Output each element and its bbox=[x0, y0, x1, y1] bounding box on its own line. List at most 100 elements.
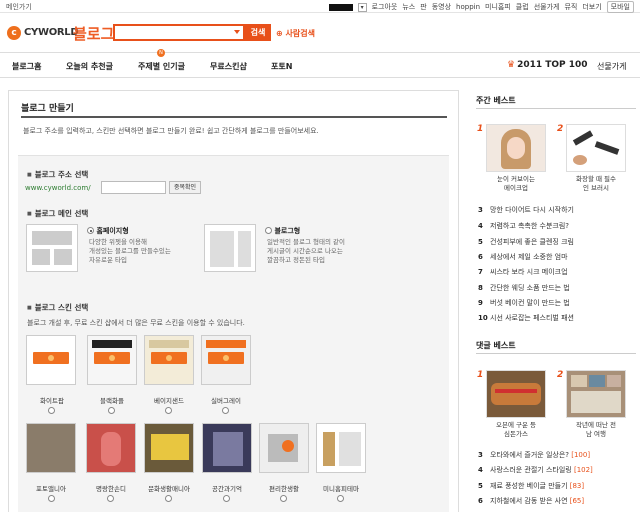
weekly-best-item[interactable]: 6 세상에서 제일 소중한 엄마 bbox=[478, 252, 568, 262]
skin-label: 포토앨니아 bbox=[36, 485, 66, 493]
weekly-best-item[interactable]: 8 간단한 웨딩 소품 만드는 법 bbox=[478, 283, 570, 293]
weekly-best-item[interactable]: 10 시선 사로잡는 페스티벌 패션 bbox=[478, 313, 574, 323]
item-title: 간단한 웨딩 소품 만드는 법 bbox=[490, 284, 570, 292]
news-link[interactable]: 뉴스 bbox=[402, 2, 415, 12]
caption-line: 메이크업 bbox=[504, 184, 528, 192]
skin-radio[interactable] bbox=[48, 407, 55, 414]
weekly-best-item[interactable]: 7 씨스타 보라 시크 메이크업 bbox=[478, 267, 568, 277]
rank-number: 2 bbox=[557, 124, 564, 134]
reply-best-1-photo[interactable] bbox=[486, 370, 546, 418]
music-link[interactable]: 뮤직 bbox=[564, 2, 577, 12]
nav-blog-home[interactable]: 블로그홈 bbox=[12, 61, 41, 72]
blog-service-title[interactable]: 블로그 bbox=[73, 23, 114, 44]
more-link[interactable]: 더보기 bbox=[582, 2, 601, 12]
skin-white-pop-thumbnail[interactable] bbox=[26, 335, 76, 385]
blog-type-desc-line: 깔끔하고 정돈된 타입 bbox=[267, 256, 325, 264]
people-search-label: 사람검색 bbox=[285, 29, 315, 38]
search-dropdown-caret-icon[interactable] bbox=[234, 30, 240, 34]
weekly-best-1-photo[interactable] bbox=[486, 124, 546, 172]
skin-space-memory-thumbnail[interactable] bbox=[202, 423, 252, 473]
blog-create-panel: 블로그 만들기 블로그 주소를 입력하고, 스킨만 선택하면 블로그 만들기 완… bbox=[8, 90, 459, 512]
user-name-redacted[interactable] bbox=[328, 3, 353, 11]
reply-count: [102] bbox=[573, 466, 593, 474]
hoppin-link[interactable]: hoppin bbox=[456, 3, 480, 11]
rank-number: 3 bbox=[478, 451, 483, 459]
item-title: 오타와에서 즐거운 일상은? bbox=[490, 451, 570, 459]
caption-line: 화장할 때 필수 bbox=[575, 175, 616, 183]
nav-today-picks[interactable]: 오늘의 추천글 bbox=[66, 61, 113, 72]
nav-popular-by-topic[interactable]: 주제별 인기글 bbox=[138, 61, 185, 72]
video-link[interactable]: 동영상 bbox=[432, 2, 451, 12]
skin-label: 명랑한손디 bbox=[96, 485, 126, 493]
skin-culture-thumbnail[interactable] bbox=[144, 423, 194, 473]
club-link[interactable]: 클럽 bbox=[516, 2, 529, 12]
homepage-type-thumbnail[interactable] bbox=[26, 224, 78, 272]
blog-address-input[interactable] bbox=[101, 181, 166, 194]
reply-count: [100] bbox=[571, 451, 591, 459]
item-title: 씨스타 보라 시크 메이크업 bbox=[490, 268, 568, 276]
skin-cheerful-thumbnail[interactable] bbox=[86, 423, 136, 473]
search-button[interactable]: 검색 bbox=[245, 24, 271, 41]
new-badge-icon: N bbox=[157, 49, 165, 57]
minihompy-link[interactable]: 미니홈피 bbox=[485, 2, 511, 12]
skin-radio[interactable] bbox=[222, 407, 229, 414]
skin-radio[interactable] bbox=[280, 495, 287, 502]
reply-best-1-caption[interactable]: 오븐에 구운 등 심돈가스 bbox=[486, 421, 546, 439]
rank-number: 7 bbox=[478, 268, 483, 276]
reply-best-item[interactable]: 3 오타와에서 즐거운 일상은? [100] bbox=[478, 450, 590, 460]
reply-best-2-caption[interactable]: 작년에 떠난 전남 여행 bbox=[566, 421, 626, 439]
rank-number: 6 bbox=[478, 497, 483, 505]
weekly-best-item[interactable]: 5 건성피부에 좋은 클렌징 크림 bbox=[478, 237, 574, 247]
blog-type-option[interactable]: 블로그형 bbox=[265, 226, 300, 236]
skin-label: 실버그레이 bbox=[211, 397, 241, 405]
homepage-type-option[interactable]: 홈페이지형 bbox=[87, 226, 129, 236]
skin-photo-thumbnail[interactable] bbox=[26, 423, 76, 473]
reply-best-2-photo[interactable] bbox=[566, 370, 626, 418]
gift-shop-link[interactable]: 선물가게 bbox=[534, 2, 560, 12]
skin-silver-gray-thumbnail[interactable] bbox=[201, 335, 251, 385]
weekly-best-item[interactable]: 9 버섯 베이컨 말이 만드는 법 bbox=[478, 298, 570, 308]
blog-type-thumbnail[interactable] bbox=[204, 224, 256, 272]
caption-line: 남 여행 bbox=[585, 430, 606, 438]
pan-link[interactable]: 판 bbox=[420, 2, 426, 12]
reply-best-item[interactable]: 4 사랑스러운 관절기 스타일링 [102] bbox=[478, 465, 593, 475]
mobile-link[interactable]: 모바일 bbox=[606, 1, 634, 13]
skin-radio[interactable] bbox=[107, 495, 114, 502]
item-title: 사랑스러운 관절기 스타일링 bbox=[490, 466, 572, 474]
weekly-best-item[interactable]: 3 망한 다이어트 다시 시작하기 bbox=[478, 205, 574, 215]
top100-banner[interactable]: ♛ 2011 TOP 100 bbox=[507, 60, 588, 70]
nav-gift-shop[interactable]: 선물가게 bbox=[597, 61, 626, 72]
user-menu-caret-icon[interactable]: ▾ bbox=[357, 2, 367, 12]
blog-type-desc: 일반적인 블로그 형태의 같이 게시글이 시간순으로 나오는 깔끔하고 정돈된 … bbox=[267, 238, 345, 265]
skin-radio[interactable] bbox=[48, 495, 55, 502]
weekly-best-item[interactable]: 4 저렴하고 촉촉한 수분크림? bbox=[478, 221, 569, 231]
search-input[interactable] bbox=[113, 24, 245, 41]
skin-radio[interactable] bbox=[223, 495, 230, 502]
item-title: 시선 사로잡는 페스티벌 패션 bbox=[490, 314, 574, 322]
weekly-best-1-caption[interactable]: 눈이 커보이는 메이크업 bbox=[486, 175, 546, 193]
cyworld-logo-icon[interactable]: c bbox=[7, 26, 21, 40]
cyworld-logo-text[interactable]: CYWORLD bbox=[24, 27, 79, 38]
weekly-best-2-caption[interactable]: 화장할 때 필수 인 브러시 bbox=[566, 175, 626, 193]
reply-best-item[interactable]: 5 재료 풍성한 베이글 만들기 [83] bbox=[478, 481, 584, 491]
blog-type-radio[interactable] bbox=[265, 227, 272, 234]
skin-minihompy-thumbnail[interactable] bbox=[316, 423, 366, 473]
duplicate-check-button[interactable]: 중복확인 bbox=[169, 181, 201, 194]
nav-photo-n[interactable]: 포토N bbox=[271, 61, 292, 72]
homepage-type-desc-line: 개성있는 블로그를 만들수있는 bbox=[89, 247, 171, 255]
skin-black-waffle-thumbnail[interactable] bbox=[87, 335, 137, 385]
nav-free-skin-shop[interactable]: 무료스킨샵 bbox=[210, 61, 247, 72]
skin-radio[interactable] bbox=[337, 495, 344, 502]
skin-convenient-thumbnail[interactable] bbox=[259, 423, 309, 473]
skin-radio[interactable] bbox=[108, 407, 115, 414]
people-search-link[interactable]: ⊕ 사람검색 bbox=[276, 28, 315, 39]
weekly-best-2-photo[interactable] bbox=[566, 124, 626, 172]
logout-link[interactable]: 로그아웃 bbox=[372, 2, 398, 12]
homepage-type-radio[interactable] bbox=[87, 227, 94, 234]
skin-beige-sand-thumbnail[interactable] bbox=[144, 335, 194, 385]
reply-best-item[interactable]: 6 지하철에서 감동 받은 사연 [65] bbox=[478, 496, 584, 506]
home-link[interactable]: 메인가기 bbox=[6, 2, 32, 12]
skin-radio[interactable] bbox=[165, 407, 172, 414]
skin-radio[interactable] bbox=[165, 495, 172, 502]
caption-line: 작년에 떠난 전 bbox=[575, 421, 616, 429]
